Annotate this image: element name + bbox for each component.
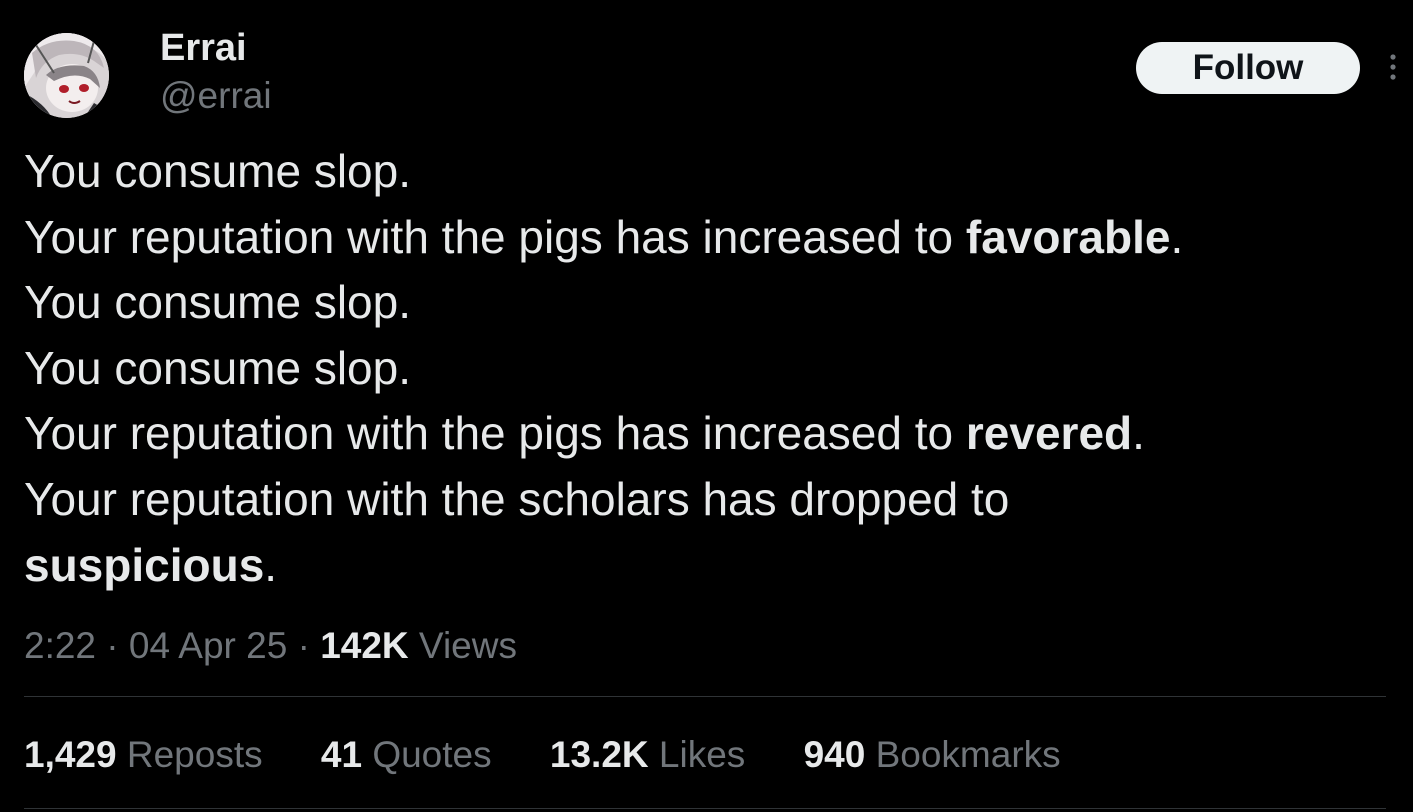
tweet-line: suspicious. [24, 538, 278, 591]
divider [24, 696, 1386, 697]
author-display-name[interactable]: Errai [160, 26, 247, 70]
bookmarks-stat[interactable]: 940 Bookmarks [804, 731, 1061, 779]
meta-separator: · [287, 625, 321, 666]
likes-stat[interactable]: 13.2K Likes [550, 731, 745, 779]
tweet-line: Your reputation with the scholars has dr… [24, 472, 1010, 525]
reposts-stat[interactable]: 1,429 Reposts [24, 731, 263, 779]
views-count: 142K [320, 625, 409, 666]
divider [24, 808, 1386, 809]
tweet-line: You consume slop. [24, 145, 412, 197]
reputation-level: favorable [965, 210, 1171, 263]
tweet-line: Your reputation with the pigs has increa… [24, 210, 1184, 263]
views-label: Views [408, 625, 517, 666]
tweet-time[interactable]: 2:22 [24, 625, 96, 666]
meta-separator: · [96, 625, 129, 666]
tweet-text: You consume slop. Your reputation with t… [24, 139, 1394, 598]
tweet-line: You consume slop. [24, 276, 412, 329]
tweet-meta: 2:22 · 04 Apr 25 · 142K Views [24, 622, 517, 670]
anime-avatar-icon [24, 33, 109, 118]
avatar[interactable] [24, 33, 109, 118]
tweet-date[interactable]: 04 Apr 25 [129, 625, 287, 666]
engagement-stats: 1,429 Reposts 41 Quotes 13.2K Likes 940 … [24, 731, 1109, 779]
reputation-level: revered [965, 407, 1133, 460]
tweet-line: Your reputation with the pigs has increa… [24, 407, 1145, 460]
author-handle[interactable]: @errai [160, 74, 272, 118]
follow-button[interactable]: Follow [1136, 42, 1360, 94]
more-vertical-icon[interactable] [1383, 52, 1403, 82]
quotes-stat[interactable]: 41 Quotes [321, 731, 492, 779]
tweet-line: You consume slop. [24, 341, 412, 394]
reputation-level: suspicious [24, 538, 265, 591]
